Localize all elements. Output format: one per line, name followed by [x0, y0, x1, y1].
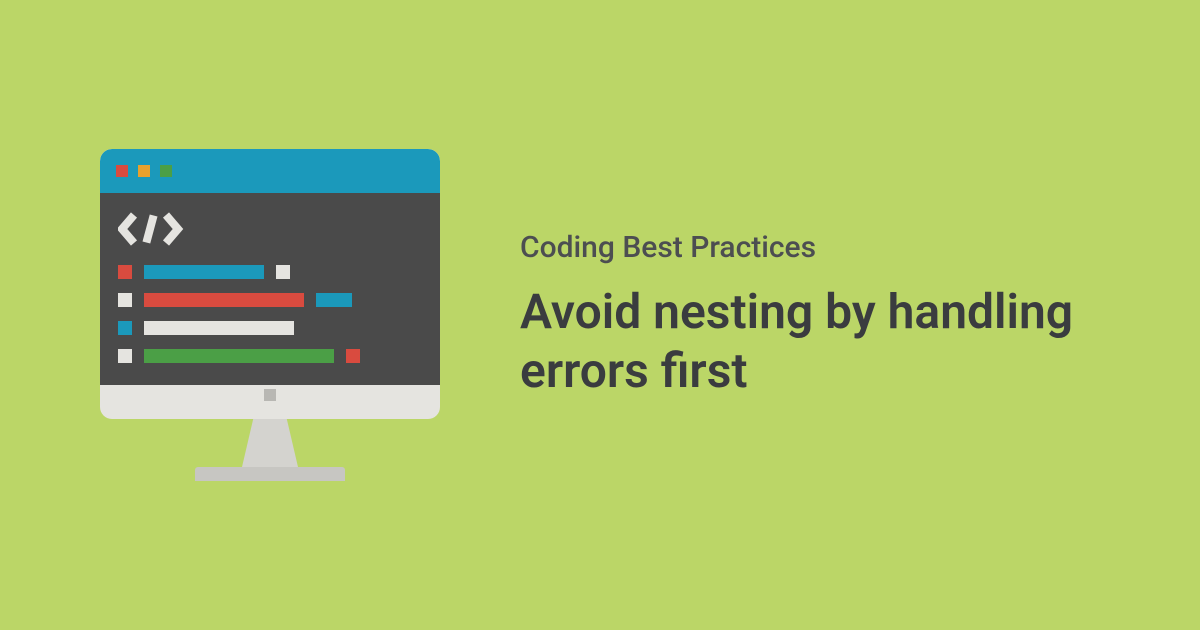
traffic-light-minimize-icon — [138, 165, 150, 177]
code-bar-icon — [144, 321, 294, 335]
code-line — [118, 265, 422, 279]
code-token-icon — [118, 265, 132, 279]
code-bar-icon — [144, 349, 334, 363]
code-token-icon — [118, 321, 132, 335]
code-line — [118, 293, 422, 307]
traffic-light-maximize-icon — [160, 165, 172, 177]
computer-monitor-illustration — [100, 149, 440, 481]
code-token-icon — [276, 265, 290, 279]
code-line — [118, 321, 422, 335]
monitor-neck — [242, 419, 298, 467]
monitor-base — [195, 467, 345, 481]
monitor-screen — [100, 149, 440, 419]
code-bar-icon — [316, 293, 352, 307]
code-bar-icon — [144, 265, 264, 279]
code-line — [118, 349, 422, 363]
code-token-icon — [118, 349, 132, 363]
code-tag-icon — [118, 211, 422, 247]
code-token-icon — [118, 293, 132, 307]
kicker-text: Coding Best Practices — [520, 230, 1100, 265]
code-token-icon — [346, 349, 360, 363]
power-button-icon — [264, 389, 276, 401]
traffic-light-close-icon — [116, 165, 128, 177]
text-content: Coding Best Practices Avoid nesting by h… — [520, 230, 1100, 400]
code-bar-icon — [144, 293, 304, 307]
headline-text: Avoid nesting by handling errors first — [520, 283, 1100, 400]
window-titlebar — [100, 149, 440, 193]
code-editor-area — [100, 193, 440, 385]
